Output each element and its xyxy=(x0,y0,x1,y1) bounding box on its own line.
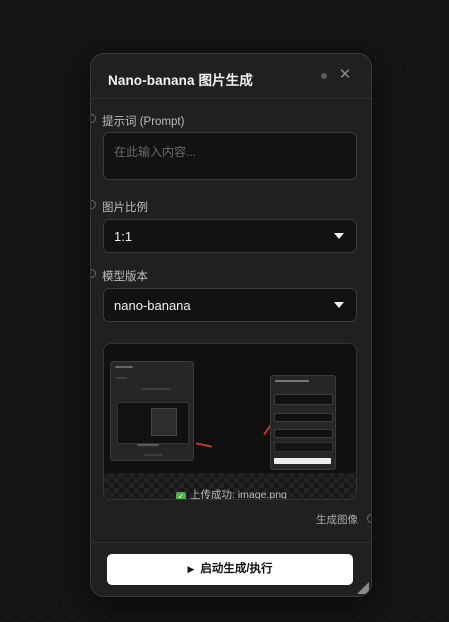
input-port-prompt[interactable] xyxy=(91,114,96,123)
prompt-label: 提示词 (Prompt) xyxy=(102,116,185,128)
status-dot-icon xyxy=(321,73,327,79)
ratio-select-value: 1:1 xyxy=(114,229,133,244)
output-label: 生成图像 xyxy=(316,514,358,526)
upload-status-text: 上传成功: image.png xyxy=(190,489,287,500)
close-icon[interactable]: ✕ xyxy=(336,66,354,84)
node-header[interactable]: Nano-banana 图片生成 ✕ xyxy=(91,54,371,99)
annotation-arrow-icon xyxy=(195,442,213,448)
prompt-input[interactable] xyxy=(103,132,357,180)
input-port-model[interactable] xyxy=(91,269,96,278)
node-title: Nano-banana 图片生成 xyxy=(108,73,253,88)
preview-window-left xyxy=(110,361,194,461)
ratio-label: 图片比例 xyxy=(102,202,148,214)
chevron-down-icon xyxy=(334,233,344,239)
upload-status: ✓ 上传成功: image.png xyxy=(176,487,287,500)
image-upload-area[interactable]: ✓ 上传成功: image.png xyxy=(103,343,357,500)
node-panel[interactable]: Nano-banana 图片生成 ✕ 提示词 (Prompt) 图片比例 1:1… xyxy=(90,53,372,597)
output-port-image[interactable] xyxy=(367,514,371,523)
play-icon: ▶ xyxy=(187,564,195,574)
model-select-value: nano-banana xyxy=(114,298,191,313)
run-button-label: 启动生成/执行 xyxy=(200,563,273,575)
check-icon: ✓ xyxy=(176,492,186,500)
ratio-select[interactable]: 1:1 xyxy=(103,219,357,253)
run-button[interactable]: ▶ 启动生成/执行 xyxy=(107,554,353,585)
node-footer: ▶ 启动生成/执行 xyxy=(91,542,371,596)
model-label: 模型版本 xyxy=(102,271,148,283)
model-select[interactable]: nano-banana xyxy=(103,288,357,322)
resize-handle-icon[interactable] xyxy=(357,582,369,594)
input-port-ratio[interactable] xyxy=(91,200,96,209)
preview-window-right xyxy=(270,375,336,470)
chevron-down-icon xyxy=(334,302,344,308)
